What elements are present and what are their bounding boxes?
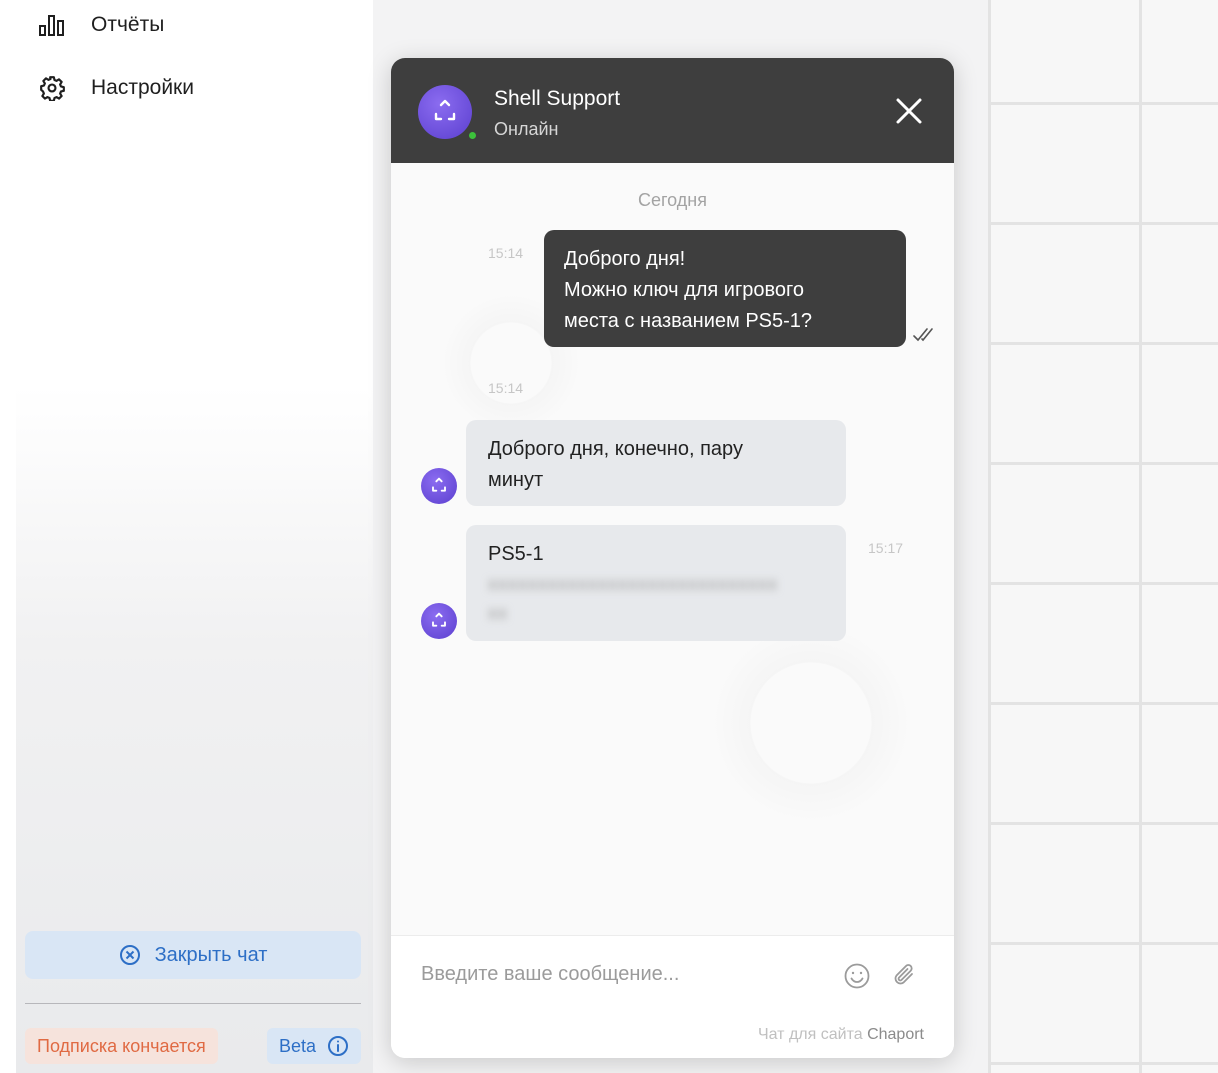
sidebar-item-settings[interactable]: Настройки <box>38 73 194 103</box>
subscription-badge[interactable]: Подписка кончается <box>25 1028 218 1064</box>
operator-avatar-small <box>421 468 457 504</box>
sidebar-item-label: Настройки <box>91 76 194 99</box>
powered-by: Чат для сайта Chaport <box>758 1026 924 1044</box>
close-circle-icon <box>119 944 141 966</box>
message-line: минут <box>488 469 544 491</box>
close-chat-icon[interactable] <box>891 93 927 129</box>
subscription-badge-label: Подписка кончается <box>37 1035 206 1056</box>
sidebar-item-reports[interactable]: Отчёты <box>38 10 164 40</box>
operator-avatar <box>418 85 472 139</box>
background-grid <box>988 0 1218 1073</box>
operator-avatar-small <box>421 603 457 639</box>
message-line: места с названием PS5-1? <box>564 310 813 332</box>
double-check-icon <box>913 328 933 342</box>
emoji-icon[interactable] <box>843 962 871 990</box>
incoming-message: PS5-1 xxxxxxxxxxxxxxxxxxxxxxxxxxxxx xx <box>466 525 846 641</box>
sidebar: Отчёты Настройки Закрыть чат Подписка ко… <box>0 0 373 1073</box>
bar-chart-icon <box>38 11 66 39</box>
message-line: Доброго дня! <box>564 248 686 270</box>
beta-badge[interactable]: Beta <box>267 1028 361 1064</box>
sidebar-item-label: Отчёты <box>91 13 165 36</box>
powered-by-prefix: Чат для сайта <box>757 1026 863 1043</box>
brand-logo-icon <box>432 477 446 492</box>
brand-logo-icon <box>432 612 446 627</box>
info-icon <box>327 1035 349 1057</box>
gear-icon <box>38 74 66 102</box>
close-chat-button[interactable]: Закрыть чат <box>25 931 361 979</box>
message-time: 15:14 <box>488 245 524 261</box>
sidebar-divider <box>25 1003 361 1004</box>
date-separator: Сегодня <box>638 190 707 210</box>
message-time: 15:17 <box>868 540 904 556</box>
message-line: Доброго дня, конечно, пару <box>488 438 743 460</box>
chat-messages[interactable]: Сегодня 15:14 Доброго дня! Можно ключ дл… <box>391 163 954 935</box>
chat-footer: Чат для сайта Chaport <box>391 935 954 1058</box>
message-time: 15:14 <box>488 380 524 396</box>
sidebar-edge <box>0 0 16 1073</box>
incoming-message: Доброго дня, конечно, пару минут <box>466 420 846 506</box>
outgoing-message: Доброго дня! Можно ключ для игрового мес… <box>544 230 906 347</box>
message-line: Можно ключ для игрового <box>564 279 805 301</box>
chat-status: Онлайн <box>494 119 559 139</box>
chat-title: Shell Support <box>494 87 621 110</box>
paperclip-icon[interactable] <box>891 962 919 990</box>
close-chat-label: Закрыть чат <box>154 943 268 966</box>
chat-widget: Shell Support Онлайн Сегодня 15:14 Добро… <box>391 58 954 1058</box>
chat-header: Shell Support Онлайн <box>391 58 954 163</box>
online-status-dot <box>467 130 478 141</box>
powered-by-brand[interactable]: Chaport <box>867 1026 924 1043</box>
redacted-key: xxxxxxxxxxxxxxxxxxxxxxxxxxxxx xx <box>488 574 778 623</box>
message-line: PS5-1 <box>488 543 544 565</box>
brand-logo-icon <box>430 97 460 127</box>
message-input[interactable] <box>421 958 801 990</box>
beta-label: Beta <box>279 1035 317 1056</box>
